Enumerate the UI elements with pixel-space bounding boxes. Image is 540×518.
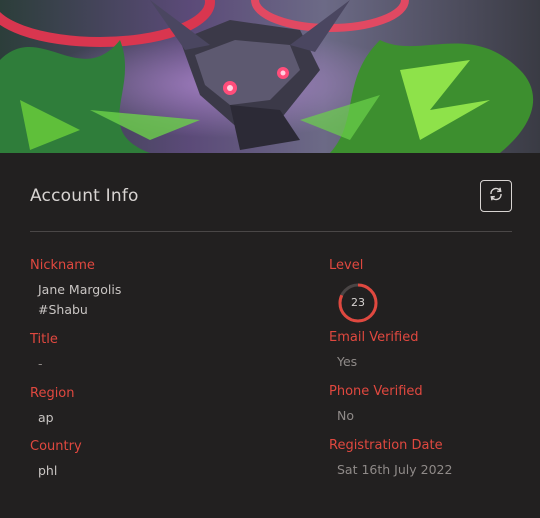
phone-verified-label: Phone Verified xyxy=(329,384,423,399)
email-verified-label: Email Verified xyxy=(329,330,419,345)
title-value: - xyxy=(38,356,43,371)
country-value: phl xyxy=(38,463,58,478)
phone-verified-field: Phone Verified No xyxy=(329,384,423,426)
region-label: Region xyxy=(30,386,75,401)
region-field: Region ap xyxy=(30,386,75,428)
nickname-label: Nickname xyxy=(30,258,95,273)
level-label: Level xyxy=(329,258,364,273)
phone-verified-value: No xyxy=(337,408,354,423)
banner-image xyxy=(0,0,540,153)
title-field: Title - xyxy=(30,332,58,374)
title-label: Title xyxy=(30,332,58,347)
account-info-card: Account Info Nickname Jane Margolis #Sha… xyxy=(0,0,540,518)
section-title: Account Info xyxy=(30,186,139,206)
level-progress-ring: 23 xyxy=(337,282,379,324)
email-verified-field: Email Verified Yes xyxy=(329,330,418,372)
nickname-tag: #Shabu xyxy=(38,302,88,317)
refresh-icon xyxy=(488,186,504,206)
country-field: Country phl xyxy=(30,439,82,481)
level-value: 23 xyxy=(351,296,365,309)
country-label: Country xyxy=(30,439,82,454)
email-verified-value: Yes xyxy=(337,354,358,369)
registration-date-label: Registration Date xyxy=(329,438,443,453)
section-header: Account Info xyxy=(30,153,512,232)
nickname-field: Nickname Jane Margolis #Shabu xyxy=(30,258,121,320)
region-value: ap xyxy=(38,410,54,425)
registration-date-field: Registration Date Sat 16th July 2022 xyxy=(329,438,452,480)
nickname-value: Jane Margolis #Shabu xyxy=(38,280,121,320)
nickname-name: Jane Margolis xyxy=(38,282,122,297)
registration-date-value: Sat 16th July 2022 xyxy=(337,462,453,477)
refresh-button[interactable] xyxy=(480,180,512,212)
level-field: Level 23 xyxy=(329,258,379,324)
